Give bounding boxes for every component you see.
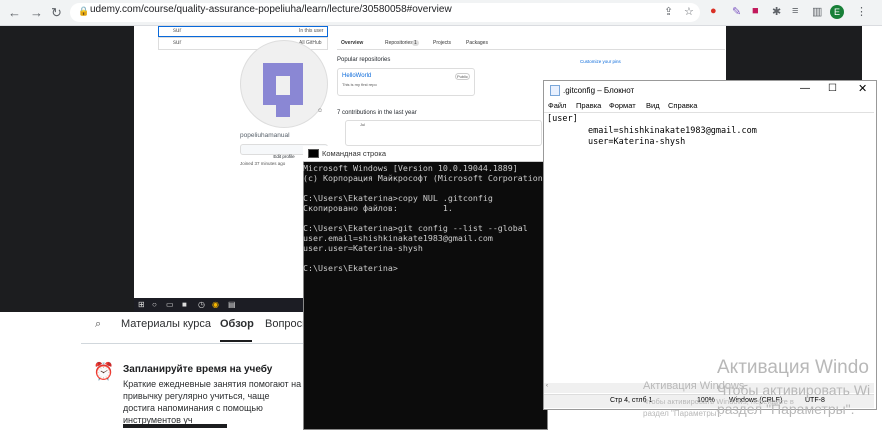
minimize-icon[interactable]: —	[800, 83, 810, 94]
back-icon[interactable]: ←	[8, 5, 21, 20]
cmd-line	[303, 213, 546, 223]
side-panel-icon[interactable]: ▥	[812, 5, 822, 18]
menu-help[interactable]: Справка	[668, 101, 697, 110]
profile-avatar[interactable]: E	[830, 5, 844, 19]
notepad-title: .gitconfig – Блокнот	[563, 86, 635, 95]
lock-icon[interactable]: 🔒	[78, 6, 89, 17]
cmd-line	[303, 253, 546, 263]
scroll-left-icon[interactable]: ‹	[546, 383, 548, 389]
menu-edit[interactable]: Правка	[576, 101, 601, 110]
search-term-2: sur	[173, 40, 182, 46]
menu-view[interactable]: Вид	[646, 101, 660, 110]
repo-description: This is my first repo	[342, 82, 377, 87]
alarm-clock-icon: ⏰	[93, 362, 115, 381]
joined-date: Joined 37 minutes ago	[240, 161, 286, 166]
tabs-border	[81, 343, 303, 344]
extension-square-icon[interactable]: ■	[752, 5, 759, 17]
reminder-title: Запланируйте время на учебу	[123, 364, 273, 375]
menu-divider	[544, 112, 874, 113]
active-tab-underline	[220, 340, 252, 342]
activation-watermark-small-line2: раздел "Параметры".	[643, 409, 722, 418]
extension-icon[interactable]: ●	[710, 5, 717, 17]
cmd-line: C:\Users\Ekaterina>	[303, 263, 398, 273]
contribution-graph	[345, 120, 542, 146]
forward-icon[interactable]: →	[30, 5, 43, 20]
pen-extension-icon[interactable]: ✎	[732, 5, 741, 18]
share-icon[interactable]: ⇪	[664, 5, 673, 18]
tab-course-content[interactable]: Материалы курса	[121, 318, 211, 330]
taskbar-app-icon: ◷	[198, 300, 205, 309]
cmd-line	[303, 183, 546, 193]
activation-watermark-title: Активация Windo	[717, 357, 869, 378]
chrome-taskbar-icon: ◉	[212, 300, 219, 309]
cmd-app-icon	[308, 149, 319, 158]
tab-questions[interactable]: Вопрось	[265, 318, 308, 330]
repos-count-badge: 1	[412, 40, 419, 46]
popular-repos-heading: Popular repositories	[337, 57, 391, 63]
tab-repositories: Repositories	[385, 40, 413, 46]
customize-pins-link: Customize your pins	[580, 59, 621, 64]
menu-format[interactable]: Формат	[609, 101, 636, 110]
reload-icon[interactable]: ↻	[51, 5, 62, 21]
cmd-title: Командная строка	[322, 149, 386, 158]
cmd-line: user.user=Katerina-shysh	[303, 243, 423, 253]
tab-overview: Overview	[341, 40, 364, 46]
edit-profile-label: Edit profile	[273, 154, 295, 159]
reminder-text: Краткие ежедневные занятия помогают на п…	[123, 379, 302, 425]
contributions-heading: 7 contributions in the last year	[337, 110, 417, 116]
search-icon[interactable]: ⌕	[95, 318, 101, 331]
url-text[interactable]: udemy.com/course/quality-assurance-popel…	[90, 4, 452, 15]
tabs-divider	[337, 49, 725, 50]
cmd-taskbar-icon: ▤	[228, 300, 236, 309]
menu-file[interactable]: Файл	[548, 101, 566, 110]
maximize-icon[interactable]: ☐	[828, 83, 837, 94]
search-hint-1: In this user	[299, 28, 324, 34]
task-view-icon: ▭	[166, 300, 174, 309]
github-username: popeliuhamanual	[240, 132, 290, 139]
smiley-icon: ☺	[317, 108, 324, 114]
reminder-button[interactable]	[123, 424, 227, 428]
explorer-icon: ■	[182, 300, 187, 309]
notepad-text-area[interactable]: [user] email=shishkinakate1983@gmail.com…	[547, 114, 757, 149]
repo-visibility-badge: Public	[455, 73, 470, 80]
repo-name: HelloWorld	[342, 73, 372, 79]
cmd-line: Microsoft Windows [Version 10.0.19044.18…	[303, 163, 518, 173]
cmd-line: user.email=shishkinakate1983@gmail.com	[303, 233, 493, 243]
bookmark-star-icon[interactable]: ☆	[684, 5, 694, 18]
windows-start-icon: ⊞	[138, 300, 145, 309]
tab-packages: Packages	[466, 40, 488, 46]
contribution-month: Jul	[360, 122, 366, 127]
search-term-1: sur	[173, 28, 182, 34]
cmd-line: Скопировано файлов: 1.	[303, 203, 453, 213]
cmd-output[interactable]: Microsoft Windows [Version 10.0.19044.18…	[303, 163, 546, 427]
activation-watermark-line1: Чтобы активировать Wi	[717, 382, 871, 398]
tab-overview-active[interactable]: Обзор	[220, 318, 254, 330]
close-icon[interactable]: ✕	[858, 82, 867, 95]
tab-projects: Projects	[433, 40, 452, 46]
activation-watermark-line2: раздел "Параметры".	[717, 401, 855, 417]
taskbar-search-icon: ○	[152, 300, 157, 309]
search-dropdown-1: sur In this user	[158, 26, 328, 37]
profile-avatar-identicon	[240, 40, 328, 128]
cmd-line: (c) Корпорация Майкрософт (Microsoft Cor…	[303, 173, 543, 183]
cmd-line: C:\Users\Ekaterina>copy NUL .gitconfig	[303, 193, 493, 203]
browser-menu-icon[interactable]: ⋮	[856, 5, 867, 18]
media-control-icon[interactable]: ≡	[792, 5, 798, 17]
puzzle-icon[interactable]: ✱	[772, 5, 781, 18]
video-taskbar	[134, 298, 304, 312]
cmd-line: C:\Users\Ekaterina>git config --list --g…	[303, 223, 528, 233]
notepad-app-icon	[550, 85, 560, 96]
